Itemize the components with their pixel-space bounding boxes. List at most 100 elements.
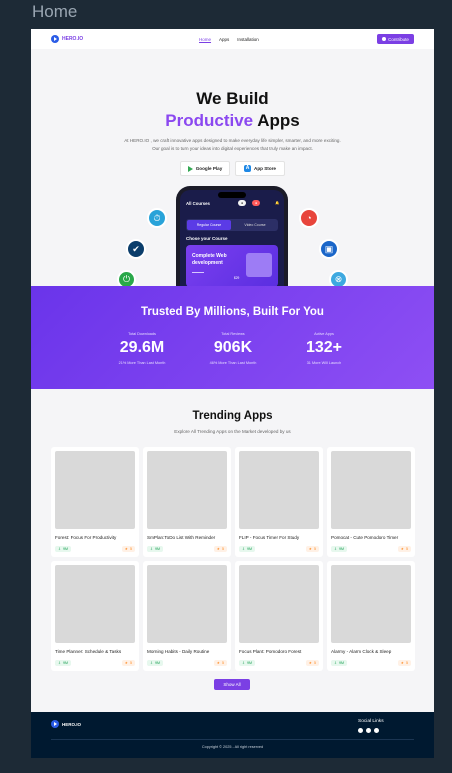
phone-tab-regular: Regular Course (187, 220, 231, 230)
star-icon: ★ (400, 547, 404, 551)
downloads-badge: ⇩ 9M (147, 546, 164, 552)
rating-value: 5 (406, 547, 408, 551)
app-card[interactable]: FLIP - Focus Timer For Study ⇩ 9M ★ 5 (235, 447, 323, 557)
downloads-value: 9M (339, 661, 345, 665)
app-store-label: App Store (254, 166, 276, 171)
timer-app-icon: ⏱ (147, 208, 167, 228)
hero-description: At HERO.IO , we craft innovative apps de… (31, 137, 434, 153)
star-icon: ★ (216, 547, 220, 551)
download-icon: ⇩ (242, 661, 246, 665)
trending-title: Trending Apps (192, 410, 273, 422)
hero-desc-line2: Our goal is to turn your ideas into digi… (152, 146, 313, 151)
star-icon: ★ (216, 661, 220, 665)
show-all-button[interactable]: Show All (214, 679, 250, 690)
downloads-value: 9M (247, 661, 253, 665)
downloads-value: 9M (247, 547, 253, 551)
phone-header: All Courses (186, 201, 210, 206)
app-thumbnail (147, 565, 227, 643)
hero-title-highlight: Productive (165, 111, 254, 130)
stat-label: Total Downloads (128, 332, 156, 336)
phone-notch (218, 192, 246, 198)
logo[interactable]: HERO.IO (51, 35, 83, 43)
downloads-badge: ⇩ 9M (331, 660, 348, 666)
stat-sub: 31 More Will Launch (306, 361, 342, 365)
rating-badge: ★ 5 (397, 660, 411, 666)
bell-icon: 🔔 (275, 201, 280, 205)
footer-divider (51, 739, 414, 740)
rating-badge: ★ 5 (213, 546, 227, 552)
app-card[interactable]: Morning Habits - Daily Routine ⇩ 9M ★ 5 (143, 561, 231, 671)
clock-app-icon: ◔ (299, 208, 319, 228)
downloads-value: 9M (63, 547, 69, 551)
downloads-value: 9M (339, 547, 345, 551)
hero-title-line1: We Build (196, 89, 269, 108)
stat-active-apps: Active Apps 132+ 31 More Will Launch (274, 332, 374, 365)
stat-value: 906K (213, 339, 253, 356)
stat-reviews: Total Reviews 906K 46% More Than Last Mo… (183, 332, 283, 365)
github-icon (382, 37, 387, 41)
app-title: Focus Plant: Pomodoro Forest (239, 649, 302, 654)
app-thumbnail (331, 451, 411, 529)
page: HERO.IO Home Apps Installation Contribut… (31, 29, 434, 758)
phone-card-badge: ▬▬▬▬ (192, 270, 204, 274)
app-title: FLIP - Focus Timer For Study (239, 535, 300, 540)
stat-label: Total Reviews (221, 332, 245, 336)
phone-tab-video: Video Course (244, 223, 266, 227)
stat-sub: 21% More Than Last Month (118, 361, 166, 365)
app-card[interactable]: Focus Plant: Pomodoro Forest ⇩ 9M ★ 5 (235, 561, 323, 671)
logo-text: HERO.IO (62, 36, 84, 42)
nav-link-installation[interactable]: Installation (237, 37, 259, 42)
linkedin-icon[interactable] (366, 728, 371, 733)
nav-link-apps[interactable]: Apps (219, 37, 229, 42)
contribute-label: Contribute (388, 36, 409, 42)
star-icon: ★ (308, 547, 312, 551)
phone-card-price: $29 (234, 276, 240, 280)
downloads-value: 9M (155, 547, 161, 551)
phone-tabs: Regular Course Video Course (186, 219, 278, 231)
rating-value: 5 (130, 547, 132, 551)
rating-value: 5 (406, 661, 408, 665)
hero-title-rest: Apps (257, 111, 300, 130)
app-store-icon: A (244, 165, 252, 172)
app-thumbnail (331, 565, 411, 643)
star-icon: ★ (400, 661, 404, 665)
app-card[interactable]: Alarmy - Alarm Clock & Sleep ⇩ 9M ★ 5 (327, 561, 415, 671)
app-store-button[interactable]: A App Store (235, 161, 285, 176)
download-icon: ⇩ (58, 547, 62, 551)
download-icon: ⇩ (242, 547, 246, 551)
rating-badge: ★ 5 (305, 546, 319, 552)
app-thumbnail (239, 565, 319, 643)
logo-icon (51, 720, 59, 728)
stat-sub: 46% More Than Last Month (209, 361, 257, 365)
app-thumbnail (55, 565, 135, 643)
app-thumbnail (239, 451, 319, 529)
app-title: Time Planner: Schedule & Tasks (55, 649, 122, 654)
downloads-value: 9M (155, 661, 161, 665)
phone-card-title: Complete Web development (192, 253, 227, 266)
check-app-icon: ✔ (126, 239, 146, 259)
google-play-button[interactable]: Google Play (180, 161, 230, 176)
stat-label: Active Apps (314, 332, 334, 336)
rating-badge: ★ 5 (213, 660, 227, 666)
footer: HERO.IO Social Links Copyright © 2025 - … (31, 712, 434, 758)
app-card[interactable]: Forest: Focus For Productivity ⇩ 9M ★ 5 (51, 447, 139, 557)
downloads-badge: ⇩ 9M (55, 660, 72, 666)
stat-value: 29.6M (119, 339, 165, 356)
app-card[interactable]: Pomocat - Cute Pomodoro Timer ⇩ 9M ★ 5 (327, 447, 415, 557)
contribute-button[interactable]: Contribute (377, 34, 414, 44)
phone-pill-2: ● (252, 200, 261, 206)
twitter-icon[interactable] (358, 728, 363, 733)
downloads-badge: ⇩ 9M (239, 660, 256, 666)
footer-logo[interactable]: HERO.IO (51, 720, 81, 728)
phone-course-card: Complete Web development ▬▬▬▬ $29 (186, 245, 278, 287)
downloads-badge: ⇩ 9M (55, 546, 72, 552)
facebook-icon[interactable] (374, 728, 379, 733)
app-card[interactable]: SmPlan:ToDo List With Reminder ⇩ 9M ★ 5 (143, 447, 231, 557)
nav-link-home[interactable]: Home (199, 37, 211, 42)
phone-card-image (246, 253, 272, 277)
rating-value: 5 (314, 661, 316, 665)
app-card[interactable]: Time Planner: Schedule & Tasks ⇩ 9M ★ 5 (51, 561, 139, 671)
rating-value: 5 (222, 661, 224, 665)
download-icon: ⇩ (334, 547, 338, 551)
star-icon: ★ (124, 661, 128, 665)
